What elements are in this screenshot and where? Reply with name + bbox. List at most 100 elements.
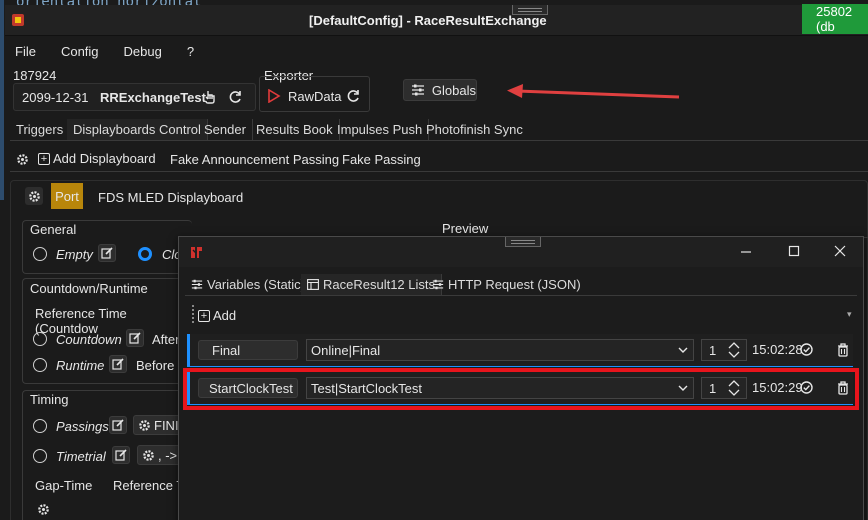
status-badge-text: 25802 (db [816,4,853,34]
gap-time-label: Gap-Time [35,478,93,493]
popup-drag-handle[interactable] [505,237,541,247]
popup-window: Variables (Static) RaceResult12 Lists HT… [178,236,864,520]
menu-file[interactable]: File [15,44,36,59]
tab-http-request-json[interactable]: HTTP Request (JSON) [426,274,587,295]
annotation-arrow [507,84,680,99]
row-count-stepper[interactable]: 1 [701,339,747,361]
add-displayboard-label: Add Displayboard [53,151,156,166]
highlight-box [183,368,859,410]
before-label: Before [136,358,175,373]
board-name: FDS MLED Displayboard [98,190,244,205]
tab-sender[interactable]: Sender [198,119,253,140]
check-circle-icon[interactable] [799,342,813,356]
globals-label: Globals [431,82,476,98]
menu-debug[interactable]: Debug [124,44,162,59]
main-tabs: Triggers Displayboards Control Sender Re… [10,119,868,141]
add-icon: + [38,152,50,165]
app-icon [11,13,25,27]
countdown-label: Countdown [56,332,122,347]
row-name-button[interactable]: Final [198,340,298,360]
trash-icon[interactable] [836,342,850,357]
countdown-edit-icon[interactable] [126,329,144,347]
timetrial-gear-icon [143,449,154,461]
popup-app-icon [188,244,204,260]
tab-results-book[interactable]: Results Book [250,119,340,140]
general-group: General Empty Clo [22,220,192,274]
add-displayboard-button[interactable]: + Add Displayboard [38,151,156,166]
tab-impulses-push[interactable]: Impulses Push [331,119,430,140]
refresh-icon[interactable] [226,88,244,106]
runtime-radio[interactable] [33,358,47,372]
runtime-label: Runtime [56,358,105,373]
timing-title: Timing [30,392,69,407]
settings-gear-icon[interactable] [14,151,30,167]
tab-triggers[interactable]: Triggers [10,119,71,140]
passings-radio[interactable] [33,419,47,433]
title-bar: [DefaultConfig] - RaceResultExchange 258… [5,4,868,36]
countdown-title: Countdown/Runtime [30,281,148,296]
board-settings-gear-icon[interactable] [25,187,43,205]
timetrial-arrow-label: , -> [158,447,178,463]
runtime-edit-icon[interactable] [109,355,127,373]
globals-button[interactable]: Globals [403,79,477,101]
sliders-icon [432,279,444,290]
timing-group: Timing Passings FINIS Timetrial , -> Gap… [22,390,193,520]
popup-tabs: Variables (Static) RaceResult12 Lists HT… [185,274,857,296]
tab-variables-static[interactable]: Variables (Static) [185,274,313,295]
gap-gear-icon[interactable] [35,501,51,517]
touch-icon[interactable] [201,88,219,106]
passings-gear-icon [139,419,150,431]
timetrial-edit-icon[interactable] [112,446,130,464]
tab-raceresult12-lists[interactable]: RaceResult12 Lists [301,274,442,295]
port-badge[interactable]: Port [51,183,83,209]
exporter-refresh-icon[interactable] [344,87,362,105]
session-date: 2099-12-31 [22,90,89,105]
minimize-icon[interactable] [739,245,753,259]
close-icon[interactable] [833,244,847,258]
maximize-icon[interactable] [787,244,801,258]
overflow-chevron-icon[interactable]: ▾ [847,309,852,320]
row-list-value: Online|Final [311,342,381,358]
countdown-group: Countdown/Runtime Reference Time (Countd… [22,278,192,384]
timetrial-gear-button[interactable]: , -> [137,445,183,465]
popup-toolbar-grip [192,305,194,323]
sliders-icon [410,83,426,97]
row-count-value: 1 [709,342,717,358]
row-time: 15:02:28 [752,342,803,357]
empty-label: Empty [56,247,93,262]
empty-radio[interactable] [33,247,47,261]
tab-photofinish-sync[interactable]: Photofinish Sync [420,119,529,140]
empty-edit-icon[interactable] [98,244,116,262]
play-icon[interactable] [266,88,282,104]
tab-http-label: HTTP Request (JSON) [448,277,581,292]
tab-displayboards-control[interactable]: Displayboards Control [67,119,208,140]
clock-radio[interactable] [138,247,152,261]
status-badge: 25802 (db [802,4,868,34]
countdown-radio[interactable] [33,332,47,346]
passings-edit-icon[interactable] [109,416,127,434]
fake-passing-button[interactable]: Fake Passing [342,152,421,167]
chevron-down-icon [677,344,689,359]
sliders-icon [191,279,203,290]
passings-label: Passings [56,419,109,434]
menu-help[interactable]: ? [187,44,194,59]
tab-raceresult12-label: RaceResult12 Lists [323,277,435,292]
table-icon [307,279,319,290]
row-list-select[interactable]: Online|Final [306,339,694,361]
tab-variables-label: Variables (Static) [207,277,306,292]
port-label: Port [55,188,79,204]
after-label: After [152,332,180,347]
stepper-icon [728,342,740,358]
add-icon: + [198,309,210,322]
session-id: 187924 [13,68,57,83]
popup-add-button[interactable]: + Add [198,308,236,323]
general-title: General [30,222,77,237]
menu-bar: File Config Debug ? [5,40,194,62]
menu-config[interactable]: Config [61,44,99,59]
session-panel: 2099-12-31 RRExchangeTest [13,83,256,111]
timetrial-radio[interactable] [33,449,47,463]
timetrial-label: Timetrial [56,449,106,464]
fake-announcement-button[interactable]: Fake Announcement Passing [170,152,339,167]
row-name-label: Final [212,342,241,358]
preview-label: Preview [442,221,489,236]
